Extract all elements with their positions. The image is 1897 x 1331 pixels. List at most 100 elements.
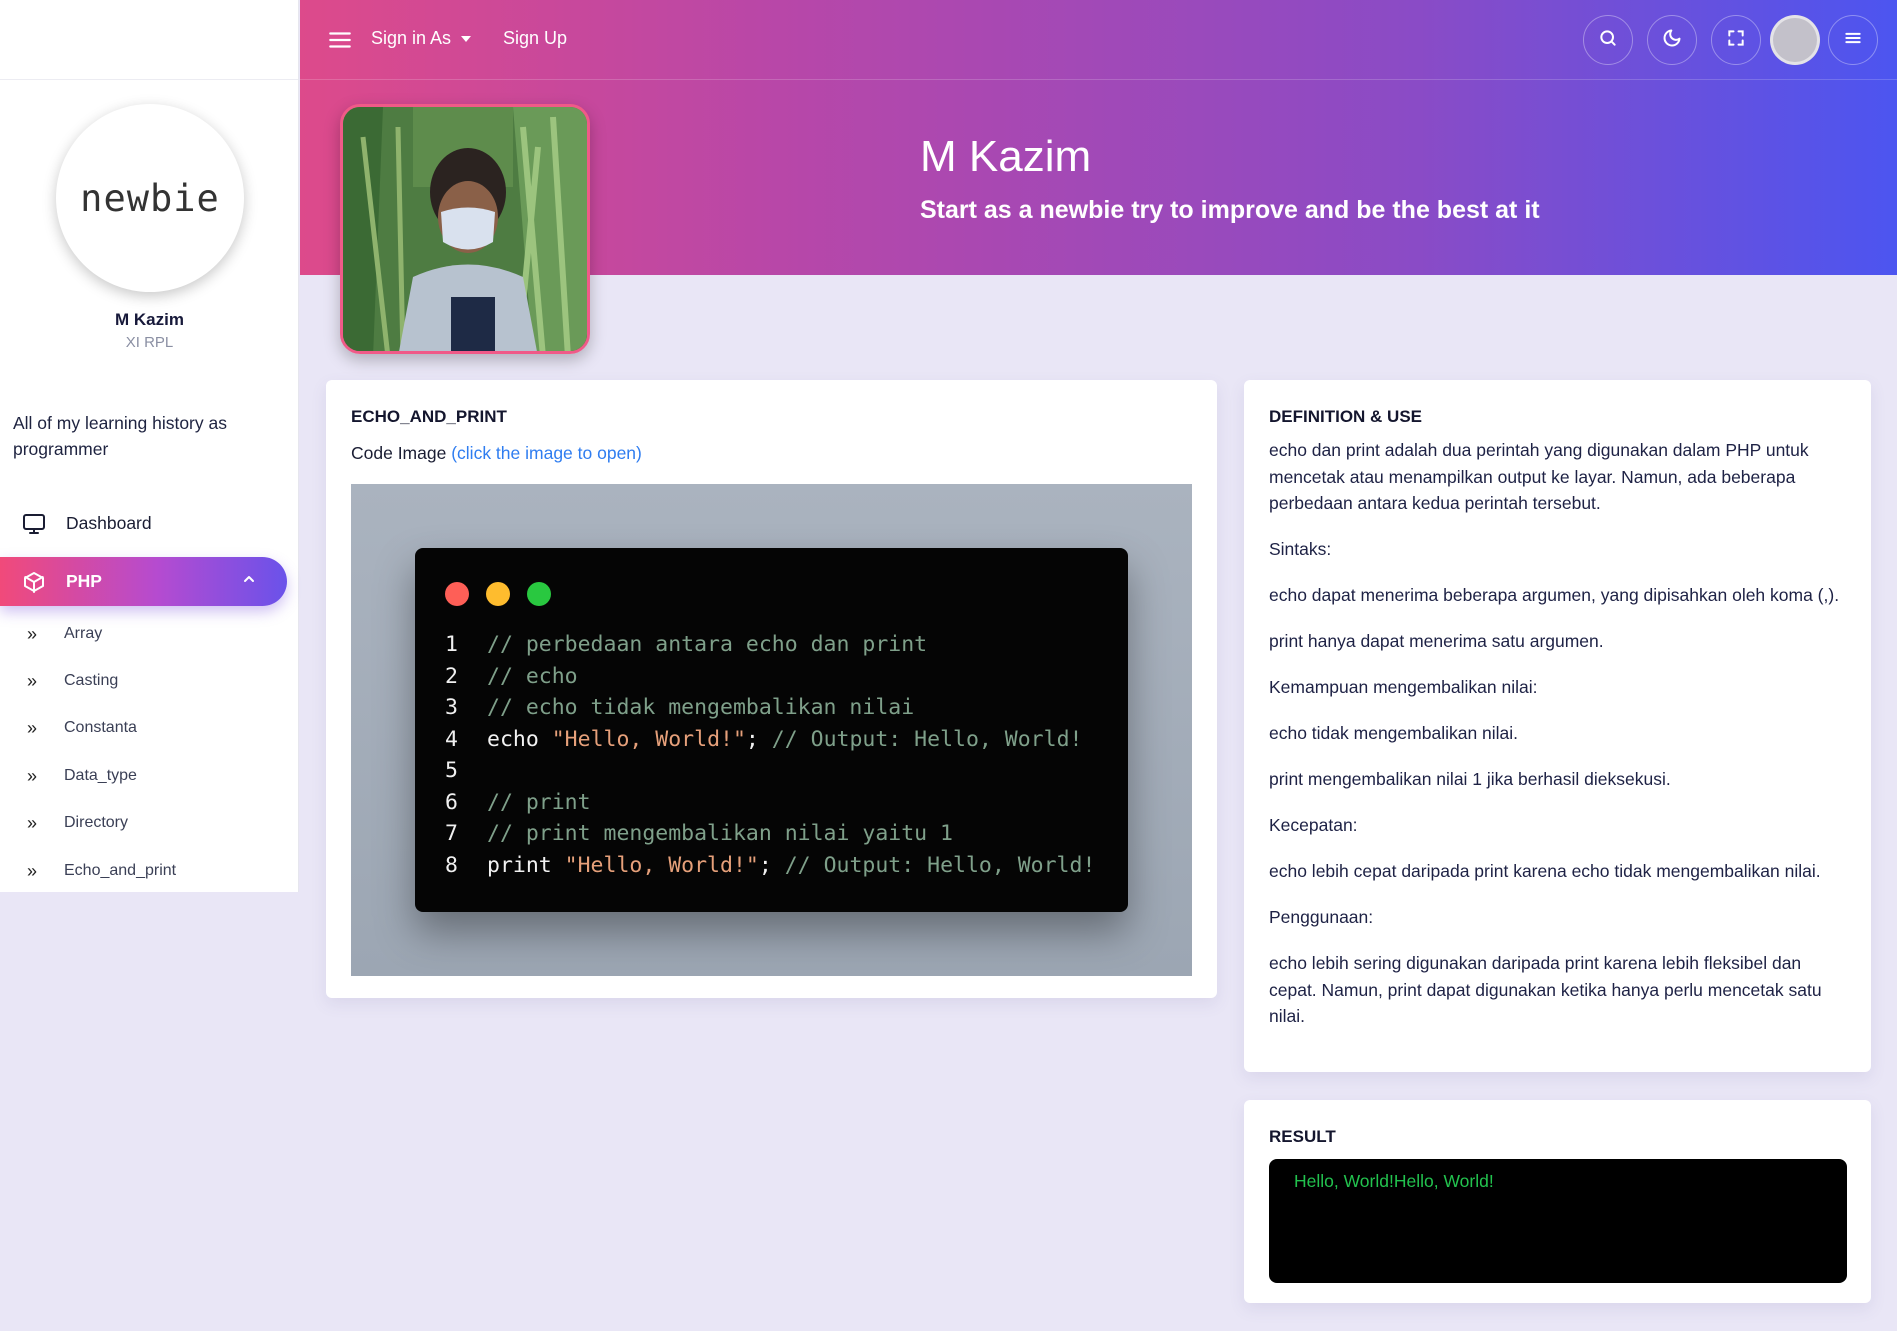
logo: newbie [56,104,244,292]
sidebar-subitem-label: Directory [64,814,129,831]
code-token: // print [487,789,591,815]
code-image[interactable]: 1 // perbedaan antara echo dan print 2 // e… [351,484,1192,976]
definition-paragraph: print hanya dapat menerima satu argumen. [1269,631,1604,651]
sidebar-item-label: Dashboard [66,513,152,533]
sidebar-item-php[interactable]: PHP [0,557,287,606]
code-token: echo [487,726,552,752]
code-window: 1 // perbedaan antara echo dan print 2 // e… [415,548,1128,912]
code-line: 1 // perbedaan antara echo dan print [445,629,1095,661]
code-token: ; [745,726,772,752]
profile-name: M Kazim [115,310,184,329]
hero-tagline: Start as a newbie try to improve and be … [920,196,1540,224]
cube-icon [20,568,48,596]
code-token: "Hello, World!" [551,726,746,752]
sidebar: newbie M Kazim XI RPL All of my learning… [0,0,299,892]
double-chevron-right-icon: » [27,812,38,833]
line-number: 6 [445,789,458,815]
definition-paragraph: echo lebih sering digunakan daripada pri… [1269,953,1822,1026]
card-title: RESULT [1269,1127,1336,1146]
definition-paragraph: echo lebih cepat daripada print karena e… [1269,861,1821,881]
double-chevron-right-icon: » [27,860,38,881]
hero-name: M Kazim [920,132,1092,181]
code-token: // echo [487,663,578,689]
minimize-dot-icon [486,582,510,606]
fullscreen-button[interactable] [1711,15,1761,65]
sidebar-subitem-label: Casting [64,672,119,689]
caret-down-icon [461,35,472,42]
sidebar-subitem-constanta[interactable]: » Constanta [0,713,280,743]
code-token: print [487,852,565,878]
search-button[interactable] [1583,15,1633,65]
open-image-link[interactable]: (click the image to open) [451,443,642,463]
topbar-divider [300,79,1897,80]
sign-in-dropdown[interactable]: Sign in As [371,28,472,49]
maximize-dot-icon [527,582,551,606]
sidebar-subitem-data-type[interactable]: » Data_type [0,761,280,791]
menu-icon [1843,28,1863,53]
sidebar-subitem-echo-and-print[interactable]: » Echo_and_print [0,856,280,886]
sidebar-item-dashboard[interactable]: Dashboard [0,499,287,548]
card-title: DEFINITION & USE [1269,407,1423,426]
menu-button[interactable] [1828,15,1878,65]
avatar[interactable] [1770,15,1820,65]
double-chevron-right-icon: » [27,670,38,691]
sidebar-subitem-array[interactable]: » Array [0,619,280,649]
code-token: // Output: Hello, World! [771,726,1083,752]
sidebar-subitem-directory[interactable]: » Directory [0,808,280,838]
result-card: RESULT Hello, World!Hello, World! [1244,1100,1871,1303]
code-token: "Hello, World!" [564,852,759,878]
fullscreen-icon [1726,28,1746,53]
definition-paragraph: echo tidak mengembalikan nilai. [1269,723,1519,743]
logo-text: newbie [80,176,220,220]
double-chevron-right-icon: » [27,623,38,644]
definition-paragraph: Penggunaan: [1269,907,1374,927]
code-image-label: Code Image (click the image to open) [351,443,642,464]
code-line: 6 // print [445,787,1095,819]
theme-toggle-button[interactable] [1647,15,1697,65]
code-line: 7 // print mengembalikan nilai yaitu 1 [445,818,1095,850]
double-chevron-right-icon: » [27,765,38,786]
code-image-label-text: Code Image [351,443,447,463]
close-dot-icon [445,582,469,606]
line-number: 5 [445,758,458,783]
code-token: // Output: Hello, World! [784,852,1096,878]
code-line: 3 // echo tidak mengembalikan nilai [445,692,1095,724]
definition-paragraph: Kemampuan mengembalikan nilai: [1269,677,1538,697]
definition-paragraph: echo dapat menerima beberapa argumen, ya… [1269,585,1840,605]
monitor-icon [20,510,48,538]
line-number: 1 [445,632,458,657]
line-number: 8 [445,852,458,878]
code-line: 2 // echo [445,661,1095,693]
definition-paragraph: echo dan print adalah dua perintah yang … [1269,440,1809,513]
line-number: 2 [445,663,458,689]
profile-photo [340,104,590,354]
sign-up-link[interactable]: Sign Up [503,28,567,49]
definition-body: echo dan print adalah dua perintah yang … [1269,437,1849,1049]
definition-paragraph: Sintaks: [1269,539,1332,559]
sidebar-brand-area [0,0,298,80]
sidebar-subitem-label: Constanta [64,719,137,736]
sidebar-description: All of my learning history as programmer [13,413,227,459]
echo-and-print-card: ECHO_AND_PRINT Code Image (click the ima… [326,380,1217,998]
profile-class: XI RPL [125,334,174,351]
card-title: ECHO_AND_PRINT [351,407,507,426]
menu-icon[interactable] [327,27,353,53]
sidebar-subitem-casting[interactable]: » Casting [0,666,280,696]
result-output: Hello, World!Hello, World! [1269,1159,1847,1283]
definition-card: DEFINITION & USE echo dan print adalah d… [1244,380,1871,1072]
search-icon [1598,28,1618,53]
code-line: 5 [445,755,1095,787]
chevron-up-icon[interactable] [241,571,257,592]
sidebar-item-label: PHP [66,571,102,591]
double-chevron-right-icon: » [27,717,38,738]
definition-paragraph: Kecepatan: [1269,815,1358,835]
code-token: // perbedaan antara echo dan print [487,632,928,657]
line-number: 4 [445,726,458,752]
definition-paragraph: print mengembalikan nilai 1 jika berhasi… [1269,769,1671,789]
code-lines: 1 // perbedaan antara echo dan print 2 // e… [445,629,1095,881]
code-token: ; [758,852,785,878]
sidebar-subitem-label: Echo_and_print [64,862,177,879]
code-token: // print mengembalikan nilai yaitu 1 [487,821,953,846]
sidebar-subitem-label: Array [64,625,103,642]
sign-in-label: Sign in As [371,28,452,48]
